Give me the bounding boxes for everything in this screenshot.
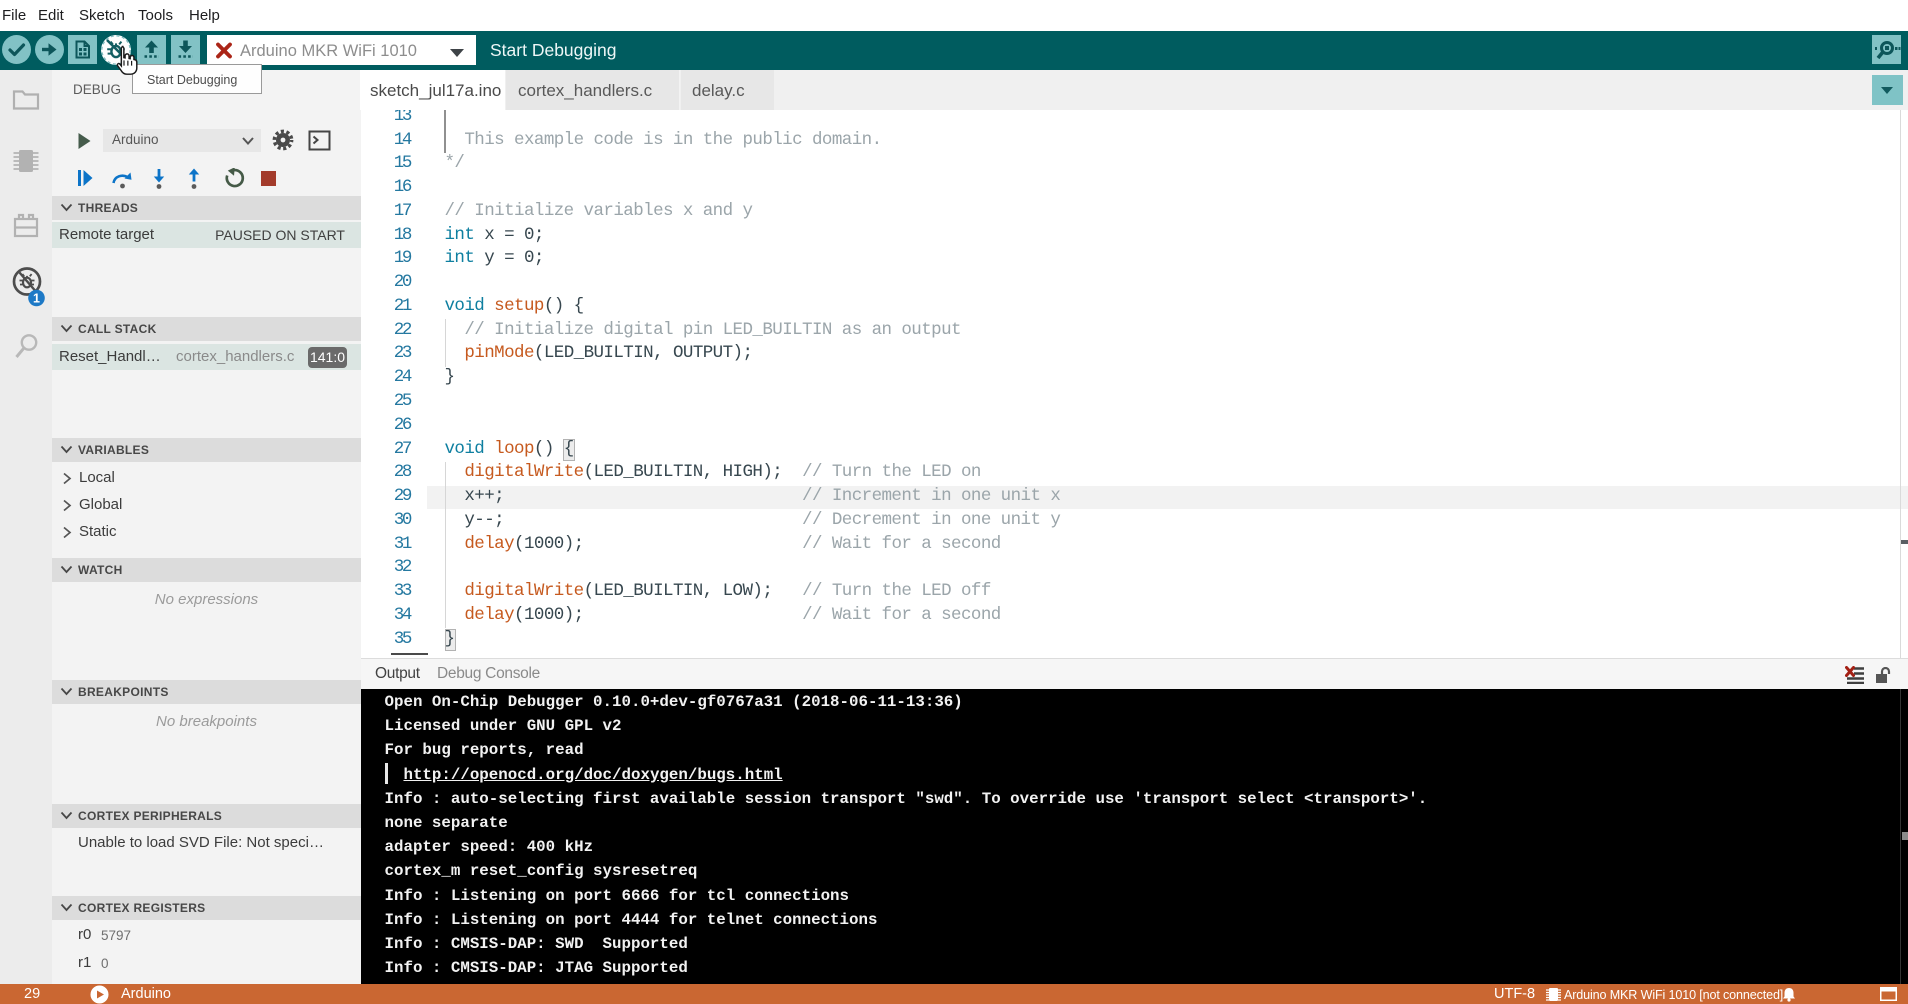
svg-text:1: 1 <box>33 292 40 306</box>
